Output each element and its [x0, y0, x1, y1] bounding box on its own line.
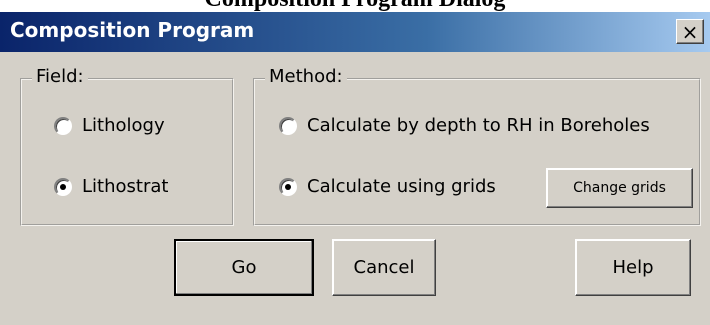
radio-lithostrat[interactable]: Lithostrat: [54, 176, 168, 197]
cancel-button[interactable]: Cancel: [332, 239, 436, 296]
radio-lithostrat-label: Lithostrat: [82, 176, 169, 197]
radio-lithology[interactable]: Lithology: [54, 115, 165, 136]
radio-calc-depth[interactable]: Calculate by depth to RH in Boreholes: [279, 115, 650, 136]
page-caption: Composition Program Dialog: [0, 0, 710, 12]
field-group: Field: Lithology Lithostrat: [20, 66, 234, 226]
help-button[interactable]: Help: [575, 239, 691, 296]
method-group-legend: Method:: [265, 66, 347, 87]
window-title: Composition Program: [10, 18, 255, 42]
dialog-window: Composition Program × Field: Lithology L…: [0, 12, 710, 325]
field-group-legend: Field:: [32, 66, 88, 87]
radio-calc-depth-circle[interactable]: [279, 116, 297, 135]
close-button[interactable]: ×: [676, 19, 704, 44]
change-grids-button[interactable]: Change grids: [546, 168, 693, 208]
radio-lithostrat-circle[interactable]: [54, 177, 72, 196]
go-button[interactable]: Go: [174, 239, 314, 296]
radio-lithology-label: Lithology: [82, 115, 165, 136]
page-caption-text: Composition Program Dialog: [0, 0, 710, 12]
close-icon: ×: [681, 19, 699, 44]
radio-calc-grids[interactable]: Calculate using grids: [279, 176, 496, 197]
radio-calc-grids-circle[interactable]: [279, 177, 297, 196]
title-bar: Composition Program ×: [0, 12, 710, 52]
radio-calc-depth-label: Calculate by depth to RH in Boreholes: [307, 115, 650, 136]
method-group: Method: Calculate by depth to RH in Bore…: [253, 66, 701, 226]
radio-lithology-circle[interactable]: [54, 116, 72, 135]
radio-calc-grids-label: Calculate using grids: [307, 176, 496, 197]
